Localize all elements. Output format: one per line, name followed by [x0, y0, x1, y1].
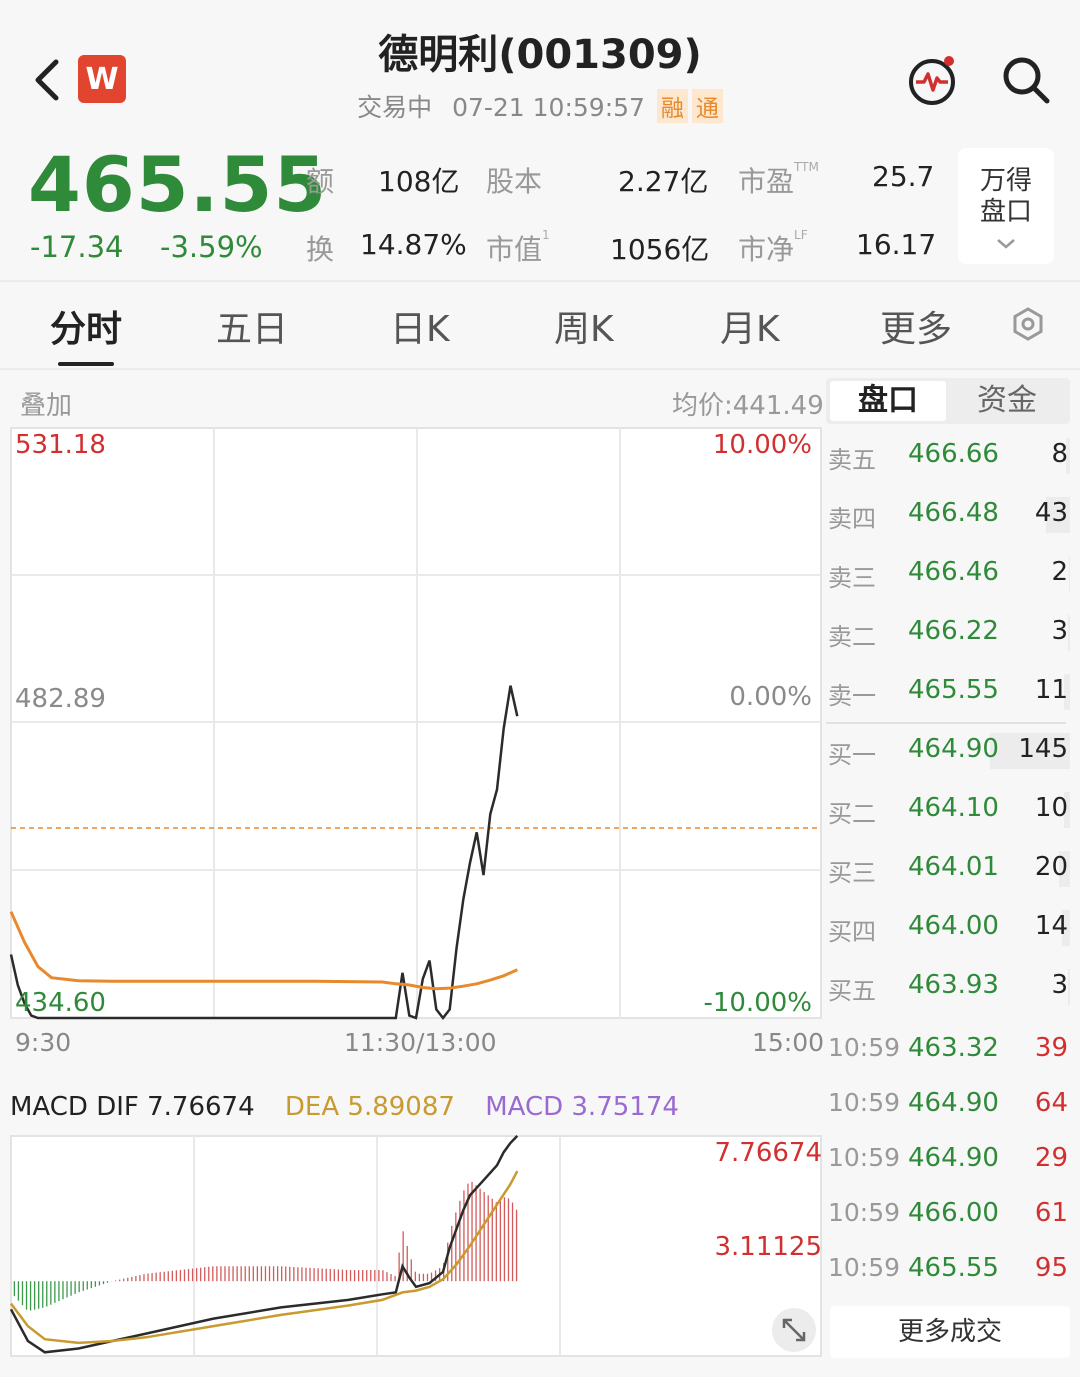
- ask-price: 466.22: [908, 616, 999, 646]
- more-trades-button[interactable]: 更多成交: [830, 1306, 1070, 1358]
- stat-value-pe: 25.7: [872, 160, 935, 193]
- bid-price: 464.00: [908, 911, 999, 941]
- ask-volume: 8: [1051, 439, 1068, 469]
- orderbook-divider: [826, 722, 1066, 724]
- macd-y-top: 7.76674: [714, 1138, 822, 1168]
- bid-price: 464.10: [908, 793, 999, 823]
- chevron-down-icon: [997, 239, 1015, 249]
- trade-time: 10:59: [828, 1143, 901, 1172]
- trade-price: 465.55: [908, 1253, 999, 1283]
- ask-price: 466.66: [908, 439, 999, 469]
- ask-price: 466.46: [908, 557, 999, 587]
- macd-dea-label: DEA 5.89087: [284, 1092, 455, 1122]
- y-tick-low: 434.60: [15, 988, 106, 1018]
- ask-label: 卖五: [828, 446, 876, 474]
- trade-row: 10:59 464.90 29: [826, 1133, 1072, 1188]
- trade-volume: 95: [1034, 1253, 1068, 1283]
- trade-volume: 61: [1034, 1198, 1068, 1228]
- macd-chart-grid: [10, 1135, 822, 1357]
- ask-row: 卖二 466.22 3: [826, 607, 1072, 665]
- heartbeat-icon[interactable]: [904, 52, 960, 108]
- bid-price: 464.01: [908, 852, 999, 882]
- wind-btn-line1: 万得: [979, 166, 1032, 196]
- x-tick-midday: 11:30/13:00: [344, 1028, 497, 1057]
- ask-row: 卖四 466.48 43: [826, 489, 1072, 547]
- bid-row: 买四 464.00 14: [826, 902, 1072, 960]
- tab-orderbook[interactable]: 盘口: [830, 381, 946, 421]
- bid-volume: 20: [1034, 852, 1068, 882]
- trade-row: 10:59 466.00 61: [826, 1188, 1072, 1243]
- trade-volume: 39: [1034, 1033, 1068, 1063]
- wind-orderbook-button[interactable]: 万得 盘口: [958, 148, 1054, 264]
- volume-bar: [1068, 615, 1070, 651]
- bid-row: 买一 464.90 145: [826, 725, 1072, 783]
- bid-price: 463.93: [908, 970, 999, 1000]
- search-icon[interactable]: [1000, 54, 1052, 106]
- y-tick-pct-low: -10.00%: [703, 988, 812, 1018]
- y-tick-pct-high: 10.00%: [712, 430, 812, 460]
- bid-volume: 3: [1051, 970, 1068, 1000]
- settings-hexagon-icon[interactable]: [1010, 306, 1046, 342]
- bid-price: 464.90: [908, 734, 999, 764]
- bid-label: 买三: [828, 859, 876, 887]
- trade-price: 466.00: [908, 1198, 999, 1228]
- bid-volume: 14: [1034, 911, 1068, 941]
- y-tick-mid: 482.89: [15, 684, 106, 714]
- bid-label: 买五: [828, 977, 876, 1005]
- x-tick-open: 9:30: [15, 1028, 72, 1057]
- wind-btn-line2: 盘口: [979, 197, 1032, 227]
- trade-row: 10:59 463.32 39: [826, 1023, 1072, 1078]
- ask-label: 卖一: [828, 682, 876, 710]
- volume-bar: [1069, 556, 1070, 592]
- trade-price: 464.90: [908, 1088, 999, 1118]
- trade-row: 10:59 464.90 64: [826, 1078, 1072, 1133]
- tab-more[interactable]: 更多: [880, 300, 952, 352]
- ask-label: 卖二: [828, 623, 876, 651]
- macd-legend[interactable]: MACD DIF 7.76674 DEA 5.89087 MACD 3.7517…: [10, 1092, 679, 1122]
- trade-price: 463.32: [908, 1033, 999, 1063]
- y-tick-high: 531.18: [15, 430, 106, 460]
- trade-time: 10:59: [828, 1033, 901, 1062]
- bid-row: 买五 463.93 3: [826, 961, 1072, 1019]
- trade-price: 464.90: [908, 1143, 999, 1173]
- expand-chart-icon[interactable]: [772, 1308, 816, 1352]
- trade-time: 10:59: [828, 1198, 901, 1227]
- ask-row: 卖三 466.46 2: [826, 548, 1072, 606]
- ask-row: 卖五 466.66 8: [826, 430, 1072, 488]
- macd-value-label: MACD 3.75174: [485, 1092, 679, 1122]
- ask-volume: 43: [1034, 498, 1068, 528]
- bid-row: 买三 464.01 20: [826, 843, 1072, 901]
- trade-volume: 29: [1034, 1143, 1068, 1173]
- macd-y-mid: 3.11125: [714, 1232, 822, 1262]
- bid-volume: 145: [1018, 734, 1068, 764]
- ask-row: 卖一 465.55 11: [826, 666, 1072, 724]
- ask-price: 465.55: [908, 675, 999, 705]
- bid-label: 买一: [828, 741, 876, 769]
- tab-fund-flow[interactable]: 资金: [948, 381, 1066, 421]
- ask-volume: 11: [1034, 675, 1068, 705]
- bid-label: 买四: [828, 918, 876, 946]
- trade-time: 10:59: [828, 1253, 901, 1282]
- trade-row: 10:59 465.55 95: [826, 1243, 1072, 1298]
- bid-volume: 10: [1034, 793, 1068, 823]
- ask-volume: 2: [1051, 557, 1068, 587]
- ask-label: 卖三: [828, 564, 876, 592]
- bid-row: 买二 464.10 10: [826, 784, 1072, 842]
- price-chart-grid: [10, 427, 822, 1019]
- trade-time: 10:59: [828, 1088, 901, 1117]
- macd-dif-label: MACD DIF 7.76674: [10, 1092, 255, 1122]
- bid-label: 买二: [828, 800, 876, 828]
- y-tick-pct-mid: 0.00%: [729, 682, 812, 712]
- chart-svg[interactable]: [0, 0, 822, 1377]
- ask-volume: 3: [1051, 616, 1068, 646]
- stat-value-pb: 16.17: [856, 228, 937, 261]
- ask-label: 卖四: [828, 505, 876, 533]
- ask-price: 466.48: [908, 498, 999, 528]
- x-tick-close: 15:00: [752, 1028, 825, 1057]
- volume-bar: [1068, 969, 1070, 1005]
- trade-volume: 64: [1034, 1088, 1068, 1118]
